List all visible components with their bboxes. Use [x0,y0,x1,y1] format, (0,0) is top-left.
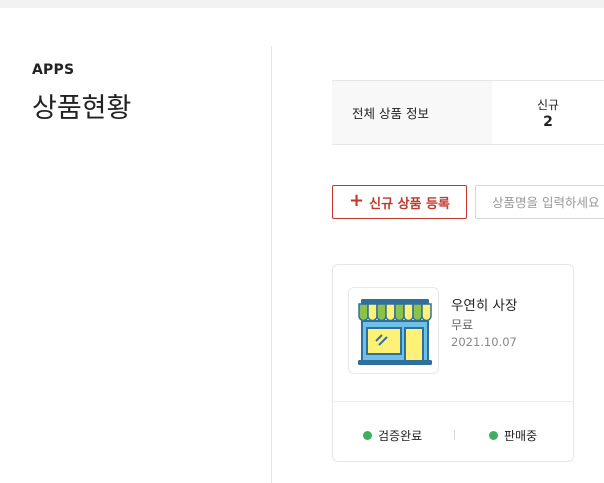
status-divider [454,430,455,440]
vertical-divider [271,46,272,483]
add-product-button[interactable]: + 신규 상품 등록 [332,185,467,219]
status-dot-icon [363,431,372,440]
top-bar [0,0,604,8]
product-price: 무료 [451,318,474,332]
page-title: 상품현황 [32,93,132,124]
plus-icon: + [349,190,365,211]
product-name[interactable]: 우연히 사장 [451,294,517,314]
status-dot-icon [489,431,498,440]
product-summary: 전체 상품 정보 신규 2 [332,80,604,145]
product-search-input[interactable] [475,185,604,219]
section-label: APPS [32,62,75,78]
sale-status-badge: 판매중 [489,427,537,444]
verify-status-label: 검증완료 [378,429,423,443]
product-date: 2021.10.07 [451,335,517,349]
add-product-label: 신규 상품 등록 [369,196,450,212]
verify-status-badge: 검증완료 [363,427,422,444]
product-card[interactable]: 우연히 사장 무료 2021.10.07 검증완료 판매중 [332,264,574,462]
new-products-stat[interactable]: 신규 2 [492,81,604,144]
summary-heading: 전체 상품 정보 [332,81,492,144]
sidebar-header: APPS 상품현황 [32,62,131,125]
shop-storefront-icon [348,287,439,374]
new-products-label: 신규 [536,97,560,112]
card-divider [333,401,573,402]
new-products-count: 2 [543,113,553,130]
sale-status-label: 판매중 [504,429,538,443]
